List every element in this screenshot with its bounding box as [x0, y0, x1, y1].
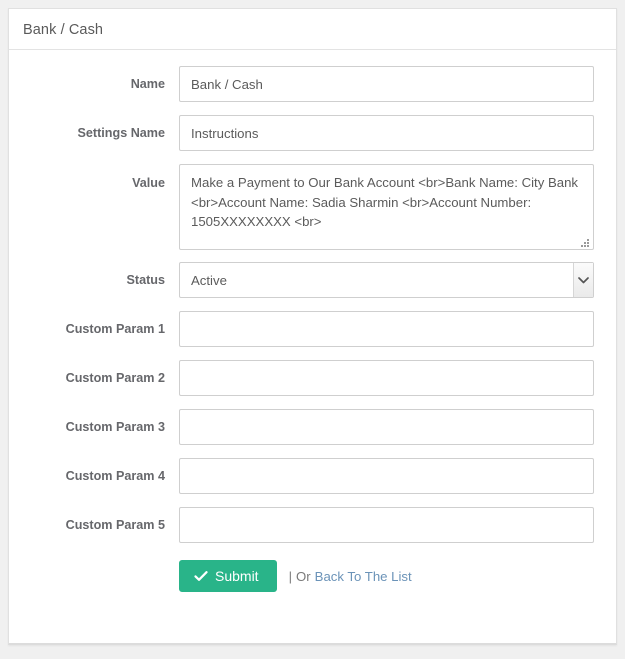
custom-param-5-input[interactable]: [179, 507, 594, 543]
label-custom-param-2: Custom Param 2: [65, 371, 165, 385]
back-to-list-link[interactable]: Back To The List: [315, 569, 412, 584]
label-value: Value: [132, 176, 165, 190]
select-holder: Active Inactive: [179, 262, 594, 298]
form-row-custom-param-4: Custom Param 4: [27, 458, 598, 494]
form-row-custom-param-2: Custom Param 2: [27, 360, 598, 396]
custom-param-2-input[interactable]: [179, 360, 594, 396]
form-row-custom-param-1: Custom Param 1: [27, 311, 598, 347]
form-row-settings-name: Settings Name: [27, 115, 598, 151]
submit-button[interactable]: Submit: [179, 560, 277, 592]
page-title: Bank / Cash: [23, 22, 104, 38]
actions-separator: |: [288, 568, 293, 584]
settings-name-input[interactable]: [179, 115, 594, 151]
panel-heading: Bank / Cash: [9, 9, 616, 50]
textarea-holder: Make a Payment to Our Bank Account <br>B…: [179, 164, 594, 250]
label-custom-param-3: Custom Param 3: [65, 420, 165, 434]
form-row-status: Status Active Inactive: [27, 262, 598, 298]
check-icon: [194, 569, 208, 583]
field-wrap-custom-param-5: [179, 507, 598, 543]
form-row-custom-param-3: Custom Param 3: [27, 409, 598, 445]
field-wrap-custom-param-3: [179, 409, 598, 445]
name-input[interactable]: [179, 66, 594, 102]
form-row-name: Name: [27, 66, 598, 102]
form-row-custom-param-5: Custom Param 5: [27, 507, 598, 543]
label-name: Name: [130, 77, 165, 91]
label-settings-name: Settings Name: [77, 126, 165, 140]
field-wrap-custom-param-4: [179, 458, 598, 494]
field-wrap-custom-param-2: [179, 360, 598, 396]
form-actions: Submit | Or Back To The List: [27, 560, 598, 592]
label-custom-param-1: Custom Param 1: [65, 322, 165, 336]
field-wrap-name: [179, 66, 598, 102]
field-wrap-settings-name: [179, 115, 598, 151]
label-custom-param-4: Custom Param 4: [65, 469, 165, 483]
label-custom-param-5: Custom Param 5: [65, 518, 165, 532]
label-status: Status: [126, 273, 166, 287]
panel-body: Name Settings Name Value Make a Payment …: [9, 50, 616, 602]
custom-param-3-input[interactable]: [179, 409, 594, 445]
form-panel: Bank / Cash Name Settings Name Value Mak…: [8, 8, 617, 645]
field-wrap-status: Active Inactive: [179, 262, 598, 298]
status-select[interactable]: Active Inactive: [179, 262, 594, 298]
custom-param-1-input[interactable]: [179, 311, 594, 347]
value-textarea[interactable]: Make a Payment to Our Bank Account <br>B…: [179, 164, 594, 250]
form-row-value: Value Make a Payment to Our Bank Account…: [27, 164, 598, 250]
field-wrap-custom-param-1: [179, 311, 598, 347]
actions-or-label: Or: [296, 568, 311, 584]
submit-button-label: Submit: [215, 568, 259, 584]
field-wrap-value: Make a Payment to Our Bank Account <br>B…: [179, 164, 598, 250]
custom-param-4-input[interactable]: [179, 458, 594, 494]
